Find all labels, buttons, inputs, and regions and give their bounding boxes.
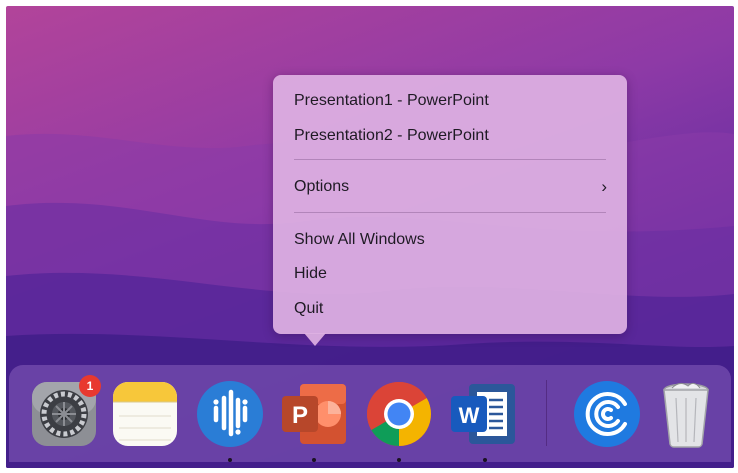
options-label: Options: [294, 178, 350, 195]
notes-icon[interactable]: [109, 378, 181, 450]
powerpoint-icon[interactable]: P: [278, 378, 350, 450]
menu-item-presentation1[interactable]: Presentation1 - PowerPoint: [294, 89, 613, 113]
running-indicator: [483, 458, 487, 462]
menu-item-quit[interactable]: Quit: [294, 297, 613, 321]
menu-item-show-all-windows[interactable]: Show All Windows: [294, 228, 613, 252]
webex-icon[interactable]: [571, 378, 643, 450]
menu-item-options[interactable]: Options ›: [294, 175, 613, 199]
menu-separator: [294, 212, 606, 213]
running-indicator: [397, 458, 401, 462]
menu-item-hide[interactable]: Hide: [294, 262, 613, 286]
trash-icon[interactable]: [650, 378, 722, 450]
notification-badge: 1: [79, 375, 101, 397]
menu-pointer: [304, 333, 326, 346]
dock-context-menu: Presentation1 - PowerPoint Presentation2…: [273, 75, 627, 334]
word-letter: W: [459, 403, 480, 428]
menu-item-presentation2[interactable]: Presentation2 - PowerPoint: [294, 124, 613, 148]
word-icon[interactable]: W: [447, 378, 519, 450]
chevron-right-icon: ›: [601, 177, 607, 196]
dock-divider: [546, 380, 547, 446]
running-indicator: [228, 458, 232, 462]
powerpoint-letter: P: [292, 402, 308, 429]
otter-icon[interactable]: [194, 378, 266, 450]
running-indicator: [312, 458, 316, 462]
menu-separator: [294, 159, 606, 160]
chrome-icon[interactable]: [363, 378, 435, 450]
